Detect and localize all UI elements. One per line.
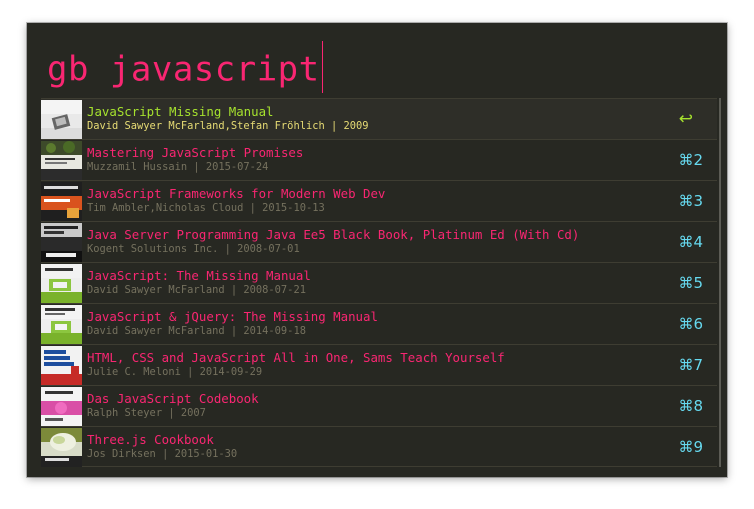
result-subtitle: Julie C. Meloni | 2014-09-29: [87, 366, 263, 378]
book-cover-icon: [41, 141, 82, 180]
result-title: Das JavaScript Codebook: [87, 391, 259, 406]
result-item[interactable]: Three.js Cookbook Jos Dirksen | 2015-01-…: [41, 426, 717, 467]
book-cover-icon: [41, 223, 82, 262]
result-subtitle: David Sawyer McFarland | 2014-09-18: [87, 325, 306, 337]
book-cover-icon: [41, 182, 82, 221]
result-subtitle: Muzzamil Hussain | 2015-07-24: [87, 161, 269, 173]
result-item[interactable]: JavaScript: The Missing Manual David Saw…: [41, 262, 717, 303]
result-item[interactable]: JavaScript & jQuery: The Missing Manual …: [41, 303, 717, 344]
shortcut-label: ⌘4: [678, 233, 703, 251]
result-item[interactable]: JavaScript Missing Manual David Sawyer M…: [41, 98, 717, 139]
result-item[interactable]: Das JavaScript Codebook Ralph Steyer | 2…: [41, 385, 717, 426]
result-subtitle: Kogent Solutions Inc. | 2008-07-01: [87, 243, 300, 255]
result-title: JavaScript Frameworks for Modern Web Dev: [87, 186, 386, 201]
result-subtitle: Ralph Steyer | 2007: [87, 407, 206, 419]
book-cover-icon: [41, 428, 82, 467]
shortcut-label: ⌘6: [678, 315, 703, 333]
result-item[interactable]: HTML, CSS and JavaScript All in One, Sam…: [41, 344, 717, 385]
shortcut-label: ⌘3: [678, 192, 703, 210]
shortcut-label: ⌘5: [678, 274, 703, 292]
result-subtitle: Jos Dirksen | 2015-01-30: [87, 448, 238, 460]
result-item[interactable]: Mastering JavaScript Promises Muzzamil H…: [41, 139, 717, 180]
result-title: Mastering JavaScript Promises: [87, 145, 304, 160]
result-title: JavaScript & jQuery: The Missing Manual: [87, 309, 378, 324]
scrollbar[interactable]: [719, 98, 721, 467]
launcher-window: gb javascript JavaScript Missing Manual …: [27, 23, 727, 477]
search-bar[interactable]: gb javascript: [27, 23, 727, 98]
shortcut-label: ⌘7: [678, 356, 703, 374]
book-cover-icon: [41, 346, 82, 385]
shortcut-label: ⌘9: [678, 438, 703, 456]
result-title: HTML, CSS and JavaScript All in One, Sam…: [87, 350, 505, 365]
book-cover-icon: [41, 387, 82, 426]
result-title: Three.js Cookbook: [87, 432, 214, 447]
search-input[interactable]: gb javascript: [47, 41, 323, 97]
shortcut-label: ⌘2: [678, 151, 703, 169]
results-list: JavaScript Missing Manual David Sawyer M…: [41, 98, 721, 467]
result-subtitle: Tim Ambler,Nicholas Cloud | 2015-10-13: [87, 202, 325, 214]
search-query-text: gb javascript: [47, 49, 320, 90]
result-title: JavaScript: The Missing Manual: [87, 268, 311, 283]
result-title: Java Server Programming Java Ee5 Black B…: [87, 227, 580, 242]
return-icon: ↩: [678, 109, 693, 129]
result-subtitle: David Sawyer McFarland | 2008-07-21: [87, 284, 306, 296]
shortcut-label: ⌘8: [678, 397, 703, 415]
result-subtitle: David Sawyer McFarland,Stefan Fröhlich |…: [87, 120, 369, 132]
result-item[interactable]: Java Server Programming Java Ee5 Black B…: [41, 221, 717, 262]
book-cover-icon: [41, 305, 82, 344]
book-cover-icon: [41, 264, 82, 303]
result-item[interactable]: JavaScript Frameworks for Modern Web Dev…: [41, 180, 717, 221]
text-caret: [321, 41, 323, 93]
result-title: JavaScript Missing Manual: [87, 104, 274, 119]
book-cover-icon: [41, 100, 82, 139]
